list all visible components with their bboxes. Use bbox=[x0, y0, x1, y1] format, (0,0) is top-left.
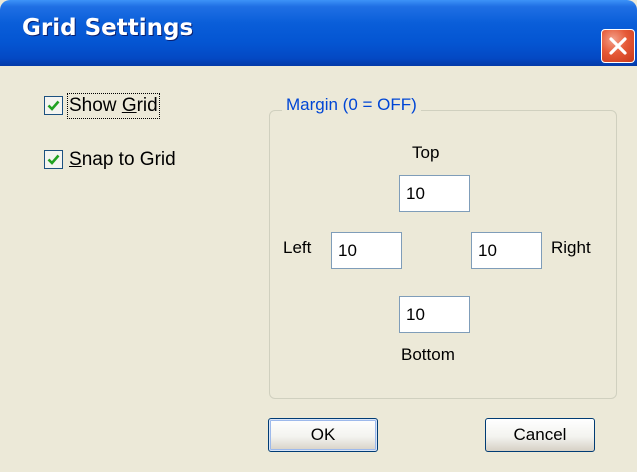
close-button[interactable] bbox=[601, 29, 635, 63]
top-label: Top bbox=[412, 143, 440, 162]
show-grid-checkbox[interactable] bbox=[44, 96, 63, 115]
window-title: Grid Settings bbox=[22, 15, 194, 41]
close-icon bbox=[609, 37, 627, 55]
ok-button[interactable]: OK bbox=[268, 418, 378, 452]
snap-to-grid-checkbox[interactable] bbox=[44, 150, 63, 169]
title-bar[interactable]: Grid Settings bbox=[0, 0, 637, 66]
bottom-label: Bottom bbox=[401, 345, 455, 364]
checkmark-icon bbox=[47, 100, 60, 111]
right-margin-input[interactable] bbox=[471, 232, 542, 269]
bottom-margin-input[interactable] bbox=[399, 296, 470, 333]
right-label: Right bbox=[551, 238, 591, 257]
snap-to-grid-label[interactable]: Snap to Grid bbox=[69, 149, 176, 171]
checkmark-icon bbox=[47, 154, 60, 165]
top-margin-input[interactable] bbox=[399, 175, 470, 212]
show-grid-label[interactable]: Show Grid bbox=[67, 93, 160, 119]
margin-legend: Margin (0 = OFF) bbox=[282, 95, 421, 115]
dialog-body: Show Grid Snap to Grid Margin (0 = OFF) … bbox=[0, 66, 637, 472]
cancel-button[interactable]: Cancel bbox=[485, 418, 595, 452]
left-label: Left bbox=[283, 238, 312, 257]
left-margin-input[interactable] bbox=[331, 232, 402, 269]
